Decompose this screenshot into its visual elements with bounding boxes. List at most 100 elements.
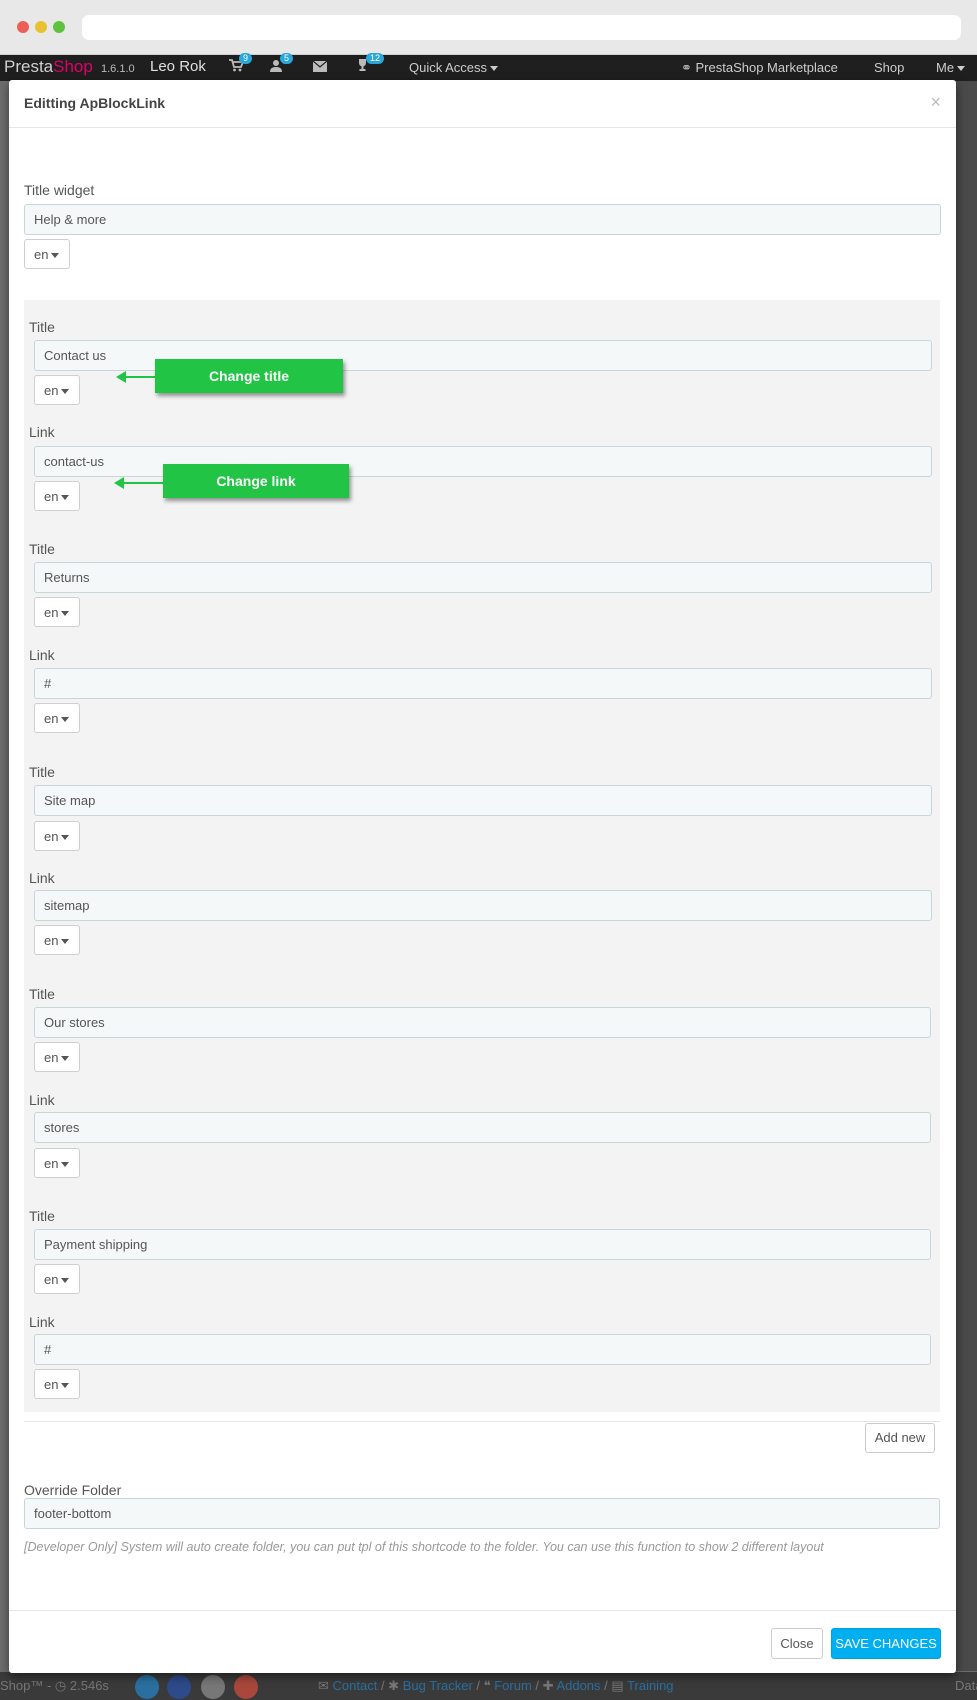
quick-access-menu[interactable]: Quick Access	[409, 60, 499, 75]
marketplace-icon: ⚭	[681, 60, 696, 75]
link-title-label: Title	[29, 986, 55, 1002]
modal-footer-divider	[9, 1610, 956, 1611]
customer-icon[interactable]: 5	[270, 53, 294, 75]
footer-link-contact[interactable]: Contact	[333, 1678, 378, 1693]
divider	[24, 1421, 940, 1422]
facebook-icon[interactable]	[167, 1675, 191, 1699]
footer-link-forum[interactable]: Forum	[494, 1678, 532, 1693]
link-url-input[interactable]: #	[34, 668, 932, 699]
links-panel: Title Contact us en Link contact-us en T…	[24, 300, 940, 1412]
annotation-change-link: Change link	[163, 464, 349, 498]
window-minimize-dot[interactable]	[35, 21, 47, 33]
title-widget-input[interactable]: Help & more	[24, 204, 941, 235]
link-url-language-select[interactable]: en	[34, 1369, 80, 1399]
link-title-input[interactable]: Payment shipping	[34, 1229, 931, 1260]
chevron-down-icon	[490, 66, 499, 72]
link-url-input[interactable]: stores	[34, 1112, 931, 1143]
add-new-button[interactable]: Add new	[865, 1423, 935, 1453]
chevron-down-icon	[61, 1056, 70, 1062]
comments-icon: ❝	[483, 1678, 495, 1693]
link-url-label: Link	[29, 1092, 55, 1108]
shop-name[interactable]: Leo Rok	[150, 58, 206, 75]
shop-link[interactable]: Shop	[874, 60, 904, 75]
link-url-label: Link	[29, 647, 55, 663]
link-url-label: Link	[29, 870, 55, 886]
github-icon[interactable]	[201, 1675, 225, 1699]
bug-icon: ✱	[388, 1678, 403, 1693]
title-widget-label: Title widget	[24, 182, 95, 198]
link-title-label: Title	[29, 1208, 55, 1224]
prestashop-logo[interactable]: PrestaShop	[4, 57, 93, 77]
trophy-badge: 12	[366, 53, 385, 64]
footer-link-training[interactable]: Training	[627, 1678, 673, 1693]
link-title-input[interactable]: Our stores	[34, 1007, 931, 1038]
footer-shop-text: Shop™ - ◷ 2.546s	[0, 1678, 109, 1693]
chevron-down-icon	[61, 389, 70, 395]
override-folder-input[interactable]: footer-bottom	[24, 1498, 940, 1529]
chevron-down-icon	[61, 1278, 70, 1284]
link-title-label: Title	[29, 319, 55, 335]
marketplace-link[interactable]: ⚭ PrestaShop Marketplace	[681, 60, 838, 76]
link-title-language-select[interactable]: en	[34, 597, 80, 627]
link-title-input[interactable]: Site map	[34, 785, 932, 816]
chevron-down-icon	[61, 495, 70, 501]
customer-badge: 5	[280, 53, 294, 64]
link-title-input[interactable]: Returns	[34, 562, 932, 593]
link-url-input[interactable]: #	[34, 1334, 931, 1365]
version-label: 1.6.1.0	[101, 63, 135, 75]
address-bar[interactable]	[82, 15, 961, 40]
link-title-language-select[interactable]: en	[34, 1042, 80, 1072]
link-url-language-select[interactable]: en	[34, 1148, 80, 1178]
link-title-language-select[interactable]: en	[34, 821, 80, 851]
annotation-change-title: Change title	[155, 359, 343, 393]
admin-footer: Shop™ - ◷ 2.546s ✉ Contact / ✱ Bug Track…	[0, 1672, 977, 1700]
save-changes-button[interactable]: SAVE CHANGES	[831, 1628, 941, 1659]
link-title-language-select[interactable]: en	[34, 1264, 80, 1294]
link-title-label: Title	[29, 541, 55, 557]
override-folder-help: [Developer Only] System will auto create…	[24, 1540, 824, 1554]
footer-link-addons[interactable]: Addons	[556, 1678, 600, 1693]
link-url-input[interactable]: sitemap	[34, 890, 932, 921]
link-url-label: Link	[29, 424, 55, 440]
annotation-arrow	[116, 371, 155, 383]
chevron-down-icon	[61, 611, 70, 617]
link-title-language-select[interactable]: en	[34, 375, 80, 405]
annotation-arrow	[114, 477, 163, 489]
footer-link-bug-tracker[interactable]: Bug Tracker	[403, 1678, 473, 1693]
footer-links: ✉ Contact / ✱ Bug Tracker / ❝ Forum / ✚ …	[318, 1678, 674, 1693]
clock-icon: ◷	[54, 1678, 70, 1693]
chevron-down-icon	[61, 1162, 70, 1168]
book-icon: ▤	[611, 1678, 628, 1693]
link-url-label: Link	[29, 1314, 55, 1330]
twitter-icon[interactable]	[135, 1675, 159, 1699]
trophy-icon[interactable]: 12	[356, 53, 385, 75]
window-maximize-dot[interactable]	[53, 21, 65, 33]
modal-title: Editting ApBlockLink	[24, 95, 166, 111]
chevron-down-icon	[61, 939, 70, 945]
chevron-down-icon	[61, 835, 70, 841]
browser-chrome	[0, 0, 977, 55]
window-close-dot[interactable]	[17, 21, 29, 33]
close-icon[interactable]: ×	[930, 92, 941, 113]
cart-badge: 9	[239, 53, 253, 64]
envelope-icon: ✉	[318, 1678, 333, 1693]
me-menu[interactable]: Me	[936, 60, 966, 75]
envelope-icon[interactable]	[312, 59, 328, 75]
google-plus-icon[interactable]	[234, 1675, 258, 1699]
chevron-down-icon	[957, 66, 966, 72]
close-button[interactable]: Close	[771, 1628, 823, 1659]
cart-icon[interactable]: 9	[229, 53, 253, 75]
link-url-language-select[interactable]: en	[34, 925, 80, 955]
footer-right-text: Data	[955, 1678, 977, 1693]
title-widget-language-select[interactable]: en	[24, 239, 70, 269]
puzzle-icon: ✚	[542, 1678, 557, 1693]
chevron-down-icon	[61, 1383, 70, 1389]
link-url-language-select[interactable]: en	[34, 703, 80, 733]
edit-widget-modal: Editting ApBlockLink × Title widget Help…	[9, 80, 956, 1673]
chevron-down-icon	[51, 253, 60, 259]
background-page-edge	[955, 81, 977, 1671]
link-url-language-select[interactable]: en	[34, 481, 80, 511]
admin-topbar: PrestaShop 1.6.1.0 Leo Rok 9 5 12 Quick …	[0, 53, 977, 81]
modal-header: Editting ApBlockLink ×	[9, 80, 956, 128]
link-title-label: Title	[29, 764, 55, 780]
